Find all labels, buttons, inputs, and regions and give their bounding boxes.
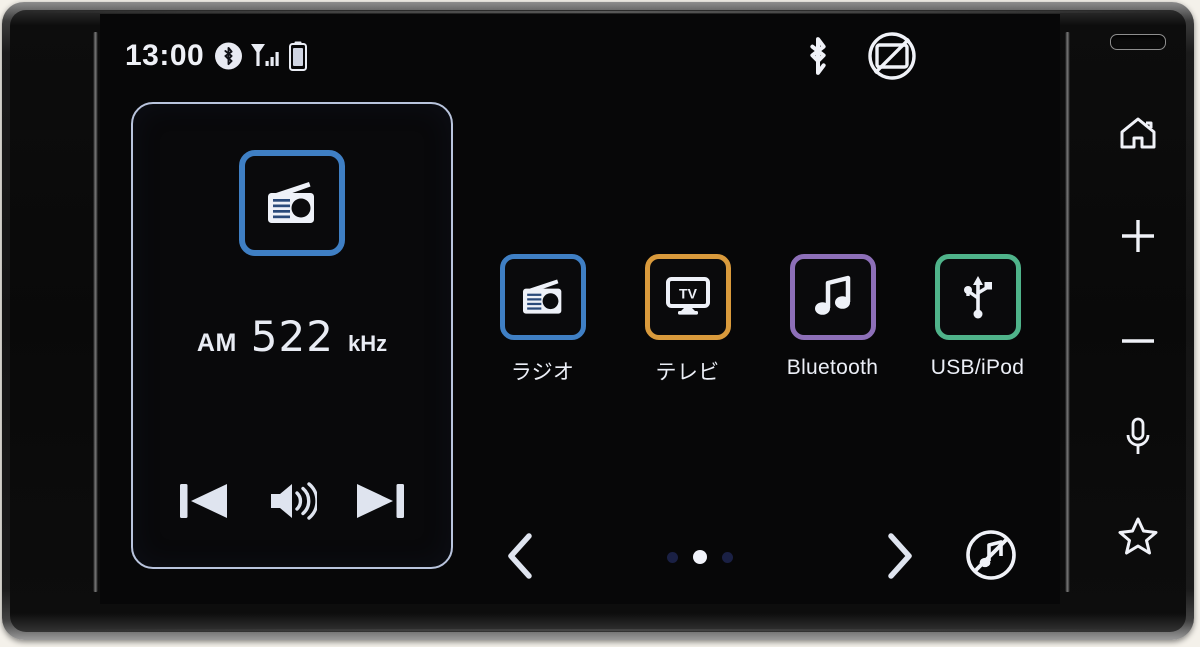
chevron-left-icon (508, 533, 532, 579)
page-prev-button[interactable] (492, 528, 548, 584)
signal-bars-icon (250, 42, 284, 70)
app-usb-ipod[interactable]: USB/iPod (905, 254, 1050, 409)
home-button[interactable] (1084, 100, 1192, 166)
bezel-highlight-bottom (42, 629, 1162, 631)
page-next-button[interactable] (872, 528, 928, 584)
bezel-highlight-top (28, 11, 1178, 13)
lcd-screen[interactable]: 13:00 AM 522 kHz ラジオ TV テレビ Bluetooth US… (100, 14, 1060, 604)
tv-icon: TV (665, 277, 710, 315)
favorite-button[interactable] (1084, 503, 1192, 569)
head-unit-device: 13:00 AM 522 kHz ラジオ TV テレビ Bluetooth US… (0, 0, 1200, 647)
frequency-unit: kHz (347, 331, 388, 356)
bluetooth-badge-icon (215, 42, 242, 70)
page-indicator (667, 548, 733, 566)
app-usb-ipod-tile (934, 254, 1021, 340)
frequency-display: AM 522 kHz (133, 312, 451, 361)
app-tv-label: テレビ (655, 361, 720, 384)
band-label: AM (196, 329, 237, 357)
app-usb-ipod-label: USB/iPod (930, 356, 1025, 379)
app-radio-tile (499, 254, 586, 340)
microphone-icon (1126, 417, 1150, 454)
page-dot-2[interactable] (693, 550, 707, 564)
star-icon (1118, 517, 1158, 555)
app-tv[interactable]: TV テレビ (615, 254, 760, 409)
radio-icon (522, 279, 561, 314)
svg-text:TV: TV (679, 286, 698, 302)
app-bluetooth-tile (789, 254, 876, 340)
bluetooth-icon (803, 34, 833, 78)
chevron-right-icon (888, 533, 912, 579)
sensor-slot (1110, 34, 1166, 50)
hardware-button-column (1084, 20, 1192, 626)
now-playing-panel[interactable]: AM 522 kHz (131, 102, 453, 569)
app-radio[interactable]: ラジオ (470, 254, 615, 409)
radio-icon (239, 150, 345, 256)
previous-button[interactable] (177, 479, 231, 523)
music-note-icon (814, 275, 850, 315)
battery-icon (289, 41, 307, 71)
app-tv-tile: TV (644, 254, 731, 340)
app-grid: ラジオ TV テレビ Bluetooth USB/iPod (470, 254, 1050, 409)
next-button[interactable] (353, 479, 407, 523)
usb-icon (963, 276, 992, 319)
playback-controls (133, 479, 451, 523)
minus-icon (1122, 339, 1154, 343)
frequency-value: 522 (250, 312, 334, 361)
bezel-seam-left (93, 32, 98, 592)
voice-button[interactable] (1084, 404, 1192, 470)
app-bluetooth-label: Bluetooth (786, 356, 879, 379)
volume-button[interactable] (267, 480, 317, 522)
volume-up-button[interactable] (1084, 203, 1192, 269)
page-dot-1[interactable] (667, 551, 678, 563)
app-bluetooth[interactable]: Bluetooth (760, 254, 905, 409)
volume-down-button[interactable] (1084, 308, 1192, 374)
home-icon (1120, 117, 1156, 149)
no-display-icon (865, 29, 919, 83)
mute-music-icon (966, 530, 1016, 580)
mute-button[interactable] (962, 526, 1020, 584)
page-dot-3[interactable] (722, 551, 733, 563)
bezel-seam-right (1065, 32, 1070, 592)
plus-icon (1122, 220, 1154, 252)
clock: 13:00 (125, 39, 205, 72)
app-radio-label: ラジオ (510, 361, 575, 384)
status-bar: 13:00 (100, 14, 1060, 98)
